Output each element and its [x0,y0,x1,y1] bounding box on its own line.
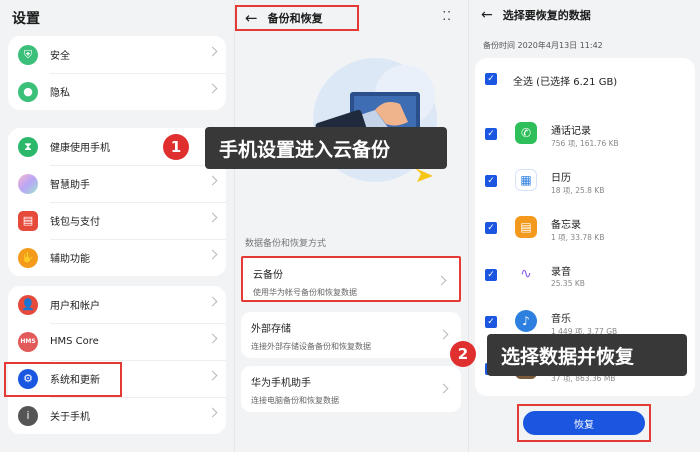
chevron-right-icon [207,46,218,57]
settings-screen: 设置 ⛨ 安全 ● 隐私 ⧗ 健康使用手机 智慧助手 ▤ 钱包与支付 ✋ 辅助功… [0,0,234,452]
option-subtitle: 使用华为帐号备份和恢复数据 [253,288,357,297]
settings-item-health[interactable]: ⧗ 健康使用手机 [8,128,226,165]
select-all-checkbox[interactable]: ✓ [485,73,497,85]
header: ← 选择要恢复的数据 [481,7,591,23]
chevron-right-icon [207,83,218,94]
restore-button[interactable]: 恢复 [523,411,645,435]
chevron-right-icon [207,370,218,381]
settings-item-wallet[interactable]: ▤ 钱包与支付 [8,202,226,239]
item-name: 通话记录 [551,126,591,137]
chevron-right-icon [207,249,218,260]
step-number-1: 1 [163,134,189,160]
settings-item-accessibility[interactable]: ✋ 辅助功能 [8,239,226,276]
chevron-right-icon [207,212,218,223]
step-number-2: 2 [450,341,476,367]
item-name: 音乐 [551,314,571,325]
shield-icon: ⛨ [18,44,38,65]
settings-group-system: 👤 用户和帐户 HMS HMS Core ⚙ 系统和更新 i 关于手机 [8,286,226,434]
select-restore-screen: ← 选择要恢复的数据 备份时间 2020年4月13日 11:42 ✓ 全选 (已… [468,0,700,452]
settings-group-health: ⧗ 健康使用手机 智慧助手 ▤ 钱包与支付 ✋ 辅助功能 [8,128,226,276]
checkbox-calendar[interactable]: ✓ [485,175,497,187]
settings-item-label: 钱包与支付 [50,217,100,228]
user-icon: 👤 [18,294,38,315]
backup-time: 备份时间 2020年4月13日 11:42 [483,41,603,50]
page-title: 备份和恢复 [267,12,323,25]
settings-item-label: 辅助功能 [50,254,90,265]
backup-restore-screen: ← 备份和恢复 ⁚⁚ 数据备份和恢复方式 云备份 使用华为帐号备份和恢复数据 外… [234,0,468,452]
settings-item-label: 安全 [50,51,70,62]
callout-step-1: 手机设置进入云备份 [205,127,447,169]
tutorial-composite: 设置 ⛨ 安全 ● 隐私 ⧗ 健康使用手机 智慧助手 ▤ 钱包与支付 ✋ 辅助功… [0,0,700,452]
wallet-icon: ▤ [18,210,38,231]
settings-item-label: 关于手机 [50,412,90,423]
settings-item-label: 隐私 [50,88,70,99]
settings-item-privacy[interactable]: ● 隐私 [8,73,226,110]
option-title: 华为手机助手 [251,378,311,389]
checkbox-notes[interactable]: ✓ [485,222,497,234]
page-title: 选择要恢复的数据 [502,9,591,22]
header-highlight: ← 备份和恢复 [235,5,359,31]
backup-illustration-icon [313,58,437,182]
checkbox-music[interactable]: ✓ [485,316,497,328]
calendar-icon: ▦ [515,169,537,191]
settings-item-label: 用户和帐户 [50,301,100,312]
item-meta: 756 项, 161.76 KB [551,139,619,148]
recorder-icon: ∿ [515,263,537,285]
option-subtitle: 连接电脑备份和恢复数据 [251,396,339,405]
option-external-storage[interactable]: 外部存储 连接外部存储设备备份和恢复数据 [241,312,461,358]
music-icon: ♪ [515,310,537,332]
settings-item-label: 健康使用手机 [50,143,110,154]
assistant-icon [18,173,38,194]
callout-text: 选择数据并恢复 [501,345,635,368]
settings-item-assistant[interactable]: 智慧助手 [8,165,226,202]
option-title: 外部存储 [251,324,291,335]
item-name: 备忘录 [551,220,581,231]
settings-item-label: HMS Core [50,336,99,347]
info-icon: i [18,405,38,426]
settings-item-label: 智慧助手 [50,180,90,191]
chevron-right-icon [207,333,218,344]
item-name: 日历 [551,173,571,184]
option-subtitle: 连接外部存储设备备份和恢复数据 [251,342,371,351]
page-title: 设置 [12,11,40,27]
option-cloud-backup[interactable]: 云备份 使用华为帐号备份和恢复数据 [241,256,461,302]
callout-text: 手机设置进入云备份 [219,138,391,161]
checkbox-recorder[interactable]: ✓ [485,269,497,281]
back-arrow-icon[interactable]: ← [245,9,258,27]
settings-group-security: ⛨ 安全 ● 隐私 [8,36,226,110]
chevron-right-icon [207,407,218,418]
chevron-right-icon [207,175,218,186]
item-name: 录音 [551,267,571,278]
notes-icon: ▤ [515,216,537,238]
select-all-label: 全选 (已选择 6.21 GB) [513,77,618,88]
settings-item-security[interactable]: ⛨ 安全 [8,36,226,73]
highlight-system-update [4,362,122,397]
hms-icon: HMS [18,331,38,352]
option-title: 云备份 [253,270,283,281]
back-arrow-icon[interactable]: ← [481,7,493,23]
callout-step-2: 选择数据并恢复 [487,334,687,376]
item-meta: 18 项, 25.8 KB [551,186,605,195]
item-meta: 1 项, 33.78 KB [551,233,605,242]
settings-item-users[interactable]: 👤 用户和帐户 [8,286,226,323]
chevron-right-icon [207,296,218,307]
restore-highlight: 恢复 [517,404,651,442]
checkbox-call-log[interactable]: ✓ [485,128,497,140]
hand-icon: ✋ [18,247,38,268]
settings-item-hms-core[interactable]: HMS HMS Core [8,323,226,360]
hourglass-icon: ⧗ [18,136,38,157]
option-hisuite[interactable]: 华为手机助手 连接电脑备份和恢复数据 [241,366,461,412]
item-meta: 25.35 KB [551,279,585,288]
phone-icon: ✆ [515,122,537,144]
privacy-icon: ● [18,81,38,102]
more-icon[interactable]: ⁚⁚ [442,9,452,23]
section-label: 数据备份和恢复方式 [245,239,327,249]
settings-item-about[interactable]: i 关于手机 [8,397,226,434]
